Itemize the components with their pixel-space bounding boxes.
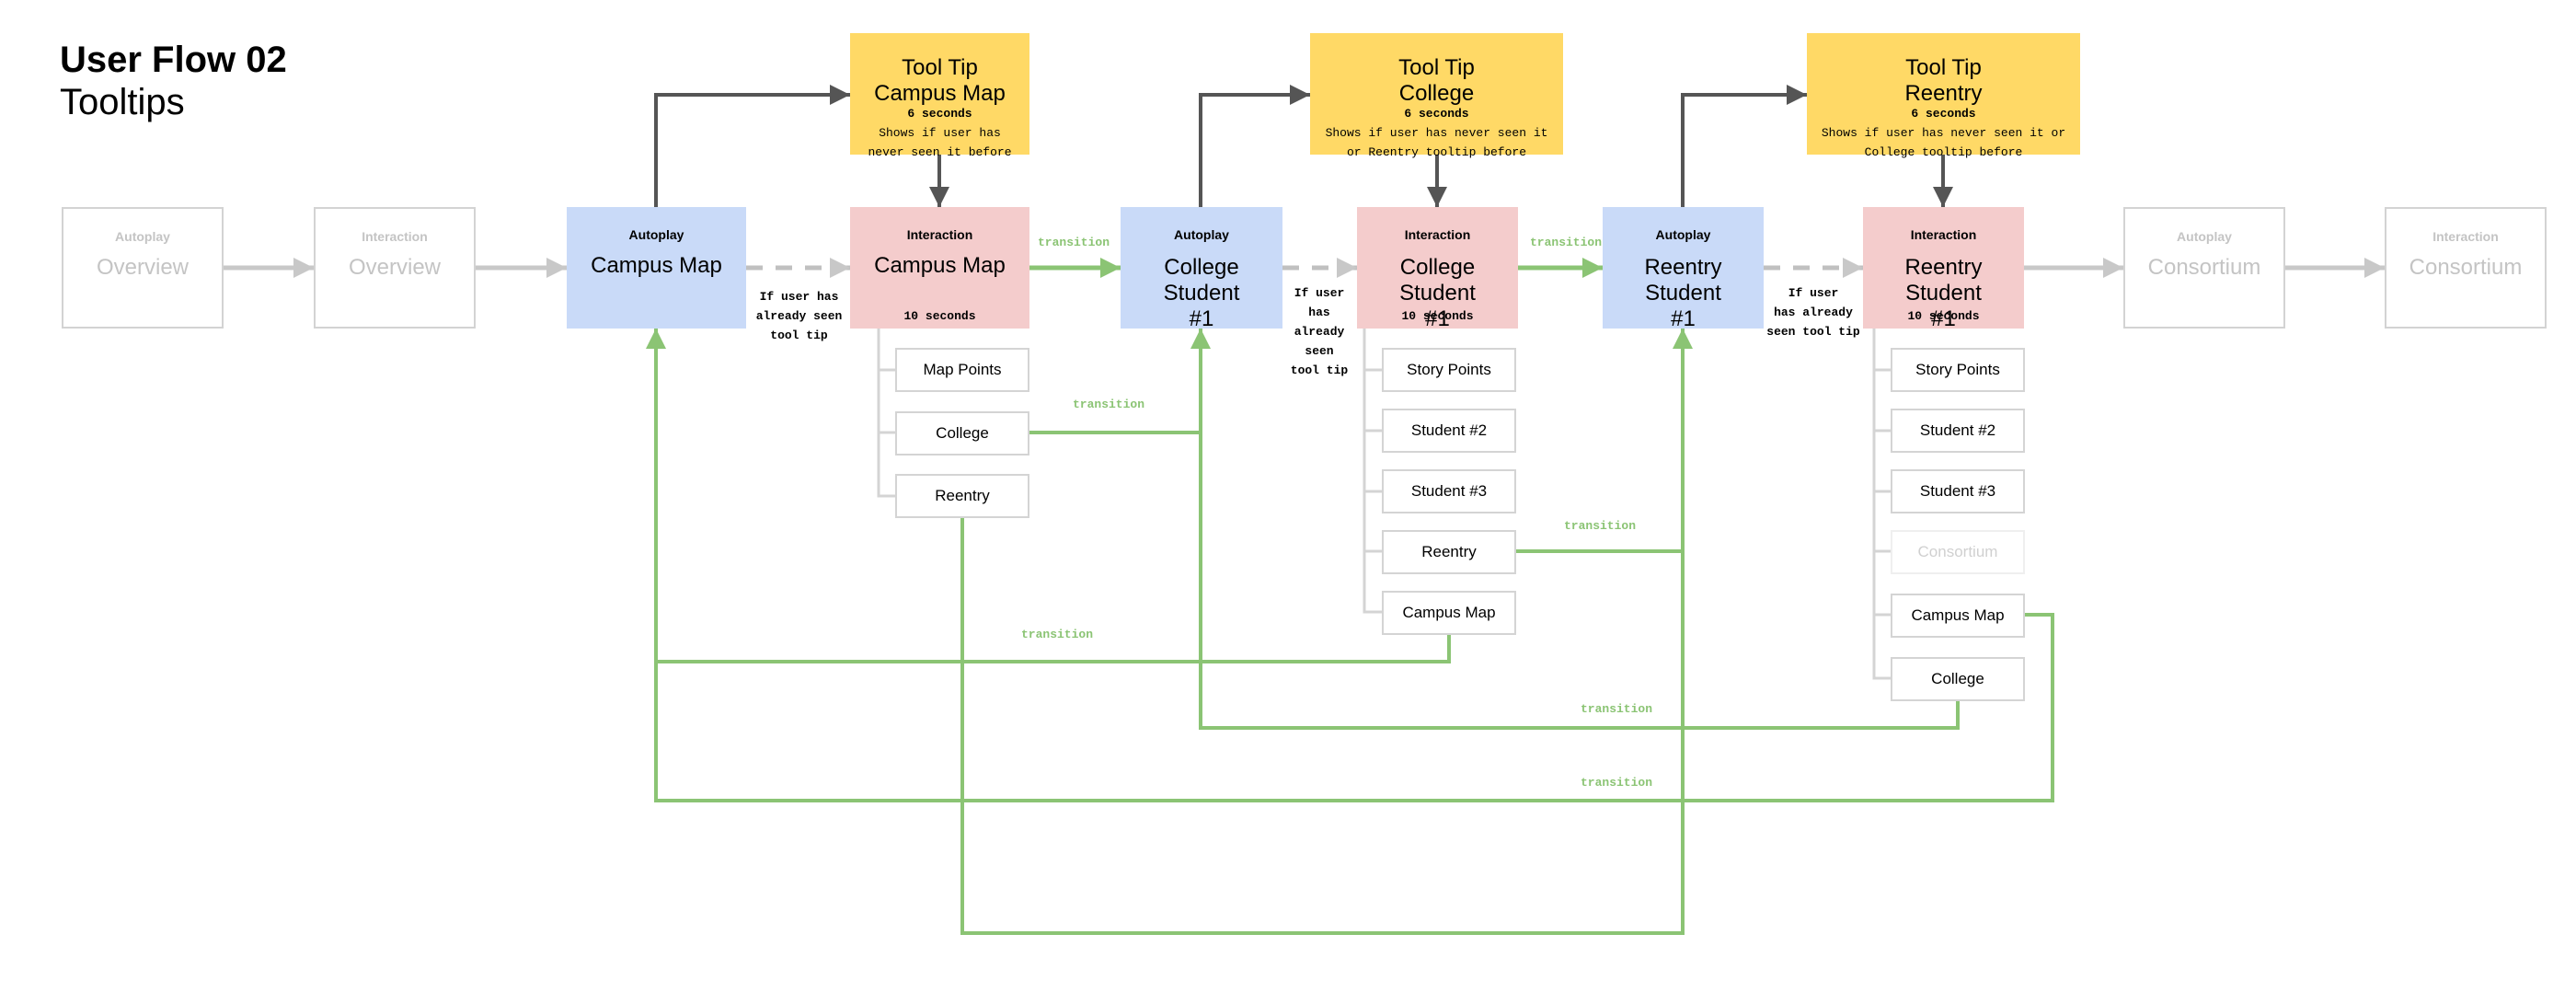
node-kind: Autoplay	[1174, 227, 1229, 242]
node-consortium-autoplay[interactable]: Autoplay Consortium	[2123, 207, 2285, 329]
submenu-item-student-2[interactable]: Student #2	[1382, 409, 1516, 453]
tree-campus	[877, 329, 895, 498]
transition-label: transition	[1038, 236, 1110, 249]
tooltip-condition: Shows if user has never seen it before	[868, 126, 1012, 159]
tooltip-college[interactable]: Tool Tip College 6 seconds Shows if user…	[1310, 33, 1563, 159]
submenu-item-campus-map[interactable]: Campus Map	[1382, 591, 1516, 635]
node-duration: 10 seconds	[1907, 309, 1980, 323]
node-name: Overview	[96, 255, 190, 280]
node-duration: 10 seconds	[903, 309, 976, 323]
connector-campus-to-tooltip	[654, 85, 850, 207]
submenu-item-story-points[interactable]: Story Points	[1382, 348, 1516, 392]
transition-campus-college-to-college-autoplay	[1029, 329, 1211, 434]
node-kind: Interaction	[1404, 227, 1471, 242]
submenu-item-campus-map[interactable]: Campus Map	[1891, 594, 2025, 638]
node-campus-map-interaction[interactable]: Interaction Campus Map 10 seconds	[850, 207, 1029, 329]
tooltip-campus-map[interactable]: Tool Tip Campus Map 6 seconds Shows if u…	[850, 33, 1029, 159]
connector-reentry-to-tooltip	[1681, 85, 1807, 207]
submenu-item-student-3[interactable]: Student #3	[1382, 469, 1516, 513]
node-kind: Interaction	[1910, 227, 1977, 242]
transition-label: transition	[1581, 776, 1653, 790]
tooltip-condition: Shows if user has never seen it or Colle…	[1821, 126, 2066, 159]
tooltip-condition: Shows if user has never seen it or Reent…	[1325, 126, 1548, 159]
node-kind: Interaction	[2432, 229, 2499, 244]
node-college-student-interaction[interactable]: Interaction College Student #1 10 second…	[1357, 207, 1518, 331]
node-reentry-student-interaction[interactable]: Interaction Reentry Student #1 10 second…	[1863, 207, 2024, 331]
node-overview-autoplay[interactable]: Autoplay Overview	[62, 207, 224, 329]
node-kind: Interaction	[362, 229, 428, 244]
tooltip-heading: Tool Tip	[1398, 55, 1475, 80]
node-kind: Interaction	[906, 227, 973, 242]
submenu-item-consortium: Consortium	[1891, 530, 2025, 574]
node-reentry-student-autoplay[interactable]: Autoplay Reentry Student #1	[1603, 207, 1764, 331]
tree-reentry	[1872, 329, 1891, 680]
submenu-item-college[interactable]: College	[1891, 657, 2025, 701]
submenu-item-reentry[interactable]: Reentry	[895, 474, 1029, 518]
node-name: Consortium	[2147, 255, 2261, 280]
node-name: Reentry Student #1	[1644, 255, 1722, 331]
node-kind: Autoplay	[628, 227, 684, 242]
node-name: College Student #1	[1163, 255, 1240, 331]
node-duration: 10 seconds	[1401, 309, 1474, 323]
tooltip-duration: 6 seconds	[1404, 107, 1469, 121]
node-kind: Autoplay	[1655, 227, 1711, 242]
node-name: Campus Map	[591, 253, 722, 278]
node-campus-map-autoplay[interactable]: Autoplay Campus Map	[567, 207, 746, 329]
transition-label: transition	[1073, 398, 1145, 411]
transition-label: transition	[1564, 519, 1637, 533]
transition-reentry-college-to-college-autoplay	[1199, 433, 1960, 730]
node-kind: Autoplay	[115, 229, 170, 244]
node-college-student-autoplay[interactable]: Autoplay College Student #1	[1121, 207, 1282, 331]
tooltip-duration: 6 seconds	[907, 107, 972, 121]
tooltip-target: Reentry	[1904, 81, 1983, 106]
node-overview-interaction[interactable]: Interaction Overview	[314, 207, 476, 329]
node-name: Consortium	[2409, 255, 2523, 280]
transition-reentry-campus-to-campus-autoplay	[654, 613, 2054, 802]
submenu-item-story-points[interactable]: Story Points	[1891, 348, 2025, 392]
connector-college-to-tooltip	[1199, 85, 1310, 207]
tooltip-target: Campus Map	[874, 81, 1006, 106]
skip-note-college: If user has already seen tool tip	[1290, 286, 1349, 377]
submenu-item-college[interactable]: College	[895, 411, 1029, 456]
node-kind: Autoplay	[2177, 229, 2232, 244]
tooltip-reentry[interactable]: Tool Tip Reentry 6 seconds Shows if user…	[1807, 33, 2080, 159]
submenu-item-student-3[interactable]: Student #3	[1891, 469, 2025, 513]
node-consortium-interaction[interactable]: Interaction Consortium	[2385, 207, 2547, 329]
tooltip-heading: Tool Tip	[902, 55, 978, 80]
submenu-item-reentry[interactable]: Reentry	[1382, 530, 1516, 574]
transition-label: transition	[1021, 628, 1094, 641]
submenu-item-map-points[interactable]: Map Points	[895, 348, 1029, 392]
tooltip-duration: 6 seconds	[1911, 107, 1976, 121]
transition-label: transition	[1581, 702, 1653, 716]
transition-label: transition	[1530, 236, 1603, 249]
node-name: Campus Map	[874, 253, 1006, 278]
tooltip-heading: Tool Tip	[1905, 55, 1982, 80]
tooltip-target: College	[1398, 81, 1475, 106]
skip-note-reentry: If user has already seen tool tip	[1766, 286, 1860, 339]
connector-layer	[224, 85, 2385, 935]
skip-note-campus: If user has already seen tool tip	[755, 290, 843, 342]
submenu-item-student-2[interactable]: Student #2	[1891, 409, 2025, 453]
node-name: Overview	[348, 255, 442, 280]
